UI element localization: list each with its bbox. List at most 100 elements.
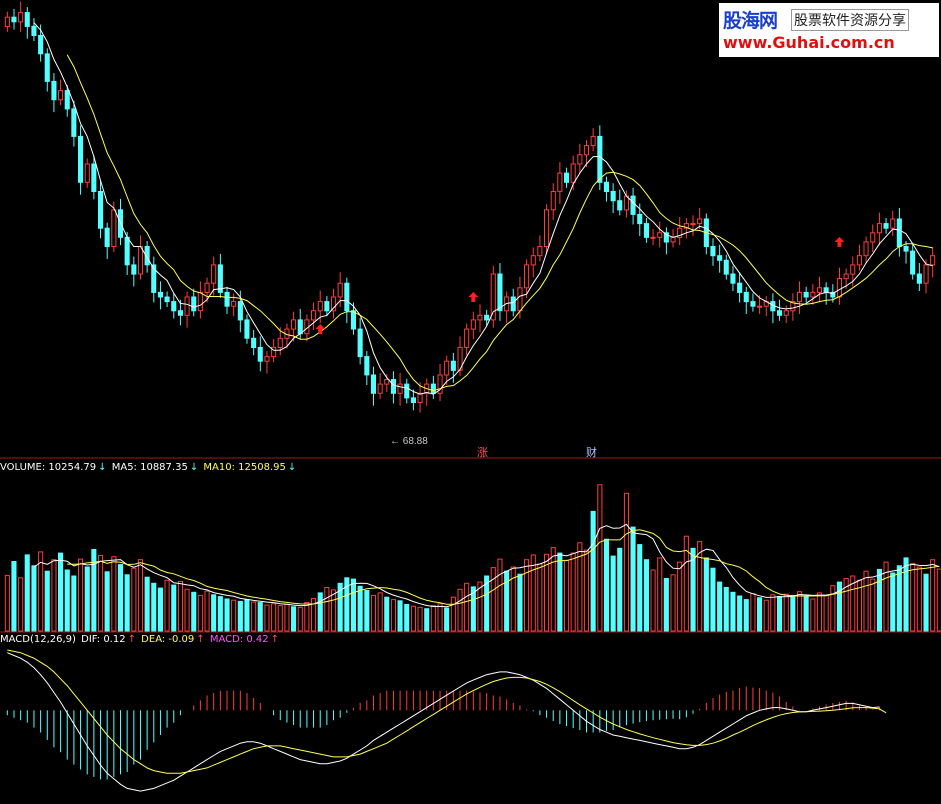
volume-ma10-line (67, 529, 940, 605)
volume-bar (44, 570, 50, 632)
candle-body (583, 145, 590, 156)
candle-body (131, 264, 137, 275)
buy-signal-arrow-icon (468, 291, 479, 302)
candle-body (650, 236, 656, 239)
volume-bar (444, 607, 450, 632)
candle-body (171, 301, 177, 312)
volume-bar (404, 603, 410, 632)
candle-body (564, 172, 570, 183)
candle-body (84, 163, 90, 183)
candle-body (570, 163, 576, 183)
volume-bar (24, 554, 30, 632)
volume-bar (490, 567, 496, 632)
volume-bar (204, 590, 210, 632)
candle-body (224, 291, 230, 307)
macd-dea-line (7, 649, 887, 774)
volume-bar (117, 564, 124, 632)
candle-body (204, 282, 210, 293)
candle-body (597, 135, 603, 183)
logo-tagline: 股票软件资源分享 (791, 9, 909, 31)
volume-bar (257, 602, 263, 632)
price-ma5-line (33, 22, 933, 395)
candle-body (291, 319, 297, 330)
candle-body (377, 383, 383, 394)
candle-body (390, 379, 396, 394)
volume-bar (244, 599, 250, 632)
volume-bar (390, 599, 396, 632)
volume-bar (623, 492, 630, 632)
volume-bar (291, 606, 297, 632)
volume-bar (610, 555, 616, 632)
candle-body (137, 246, 143, 275)
candle-body (883, 223, 889, 229)
candle-body (124, 236, 130, 266)
kline-chart-canvas[interactable]: ← 68.88 涨 财 (0, 0, 941, 804)
candle-body (777, 310, 783, 316)
candle-body (364, 356, 370, 376)
volume-bar (697, 541, 703, 632)
volume-bar (64, 569, 70, 632)
candle-body (430, 383, 436, 394)
candle-body (657, 232, 663, 238)
candle-body (524, 264, 530, 289)
candle-body (717, 255, 723, 261)
volume-bar (18, 577, 24, 632)
volume-bar (164, 579, 170, 632)
volume-bar (717, 581, 723, 632)
candle-body (64, 90, 70, 110)
volume-bar (211, 594, 217, 632)
volume-bar (424, 608, 430, 632)
candle-body (470, 319, 476, 330)
volume-bar (896, 565, 902, 632)
candle-body (816, 287, 823, 293)
candle-body (896, 218, 902, 247)
volume-bar (790, 594, 796, 632)
price-low-label: ← 68.88 (390, 436, 428, 447)
volume-bar (364, 590, 370, 632)
volume-ma10-value: MA10: 12508.95 (203, 462, 286, 473)
volume-bar (437, 603, 443, 632)
volume-bar (836, 581, 843, 632)
candle-body (231, 301, 237, 307)
volume-bar (770, 594, 776, 632)
candle-body (490, 273, 496, 321)
price-ma10-line (66, 54, 933, 392)
marker-zhang: 涨 (477, 446, 488, 459)
volume-bar (124, 574, 130, 632)
candle-body (876, 223, 883, 234)
candle-body (104, 227, 110, 247)
volume-bar (723, 587, 729, 632)
volume-bar (524, 559, 530, 632)
volume-bar (497, 558, 503, 632)
candle-body (237, 301, 243, 321)
candle-body (577, 154, 583, 165)
candle-body (783, 310, 789, 316)
candle-body (331, 296, 337, 312)
volume-bar (350, 578, 356, 632)
volume-bar (171, 584, 177, 632)
candle-body (517, 287, 523, 312)
volume-bar (137, 559, 143, 632)
logo-url: www.Guhai.com.cn (723, 33, 895, 52)
candle-body (244, 319, 250, 339)
volume-bar (890, 572, 896, 632)
candle-body (264, 356, 270, 362)
volume-bar (504, 570, 510, 632)
volume-bar (650, 569, 656, 632)
volume-bar (217, 596, 223, 632)
volume-bar (284, 603, 290, 632)
candle-body (44, 53, 50, 82)
volume-bar (191, 591, 197, 632)
candle-body (530, 255, 536, 266)
volume-bar (637, 544, 643, 632)
candle-body (863, 241, 869, 257)
volume-bar (324, 587, 330, 632)
volume-bar (251, 601, 257, 632)
volume-bar (930, 559, 936, 632)
candle-body (690, 223, 696, 226)
volume-bar (271, 603, 277, 632)
volume-bar (823, 594, 829, 632)
candle-body (410, 397, 416, 403)
volume-bar (384, 596, 390, 632)
volume-value: VOLUME: 10254.79 (0, 462, 97, 473)
